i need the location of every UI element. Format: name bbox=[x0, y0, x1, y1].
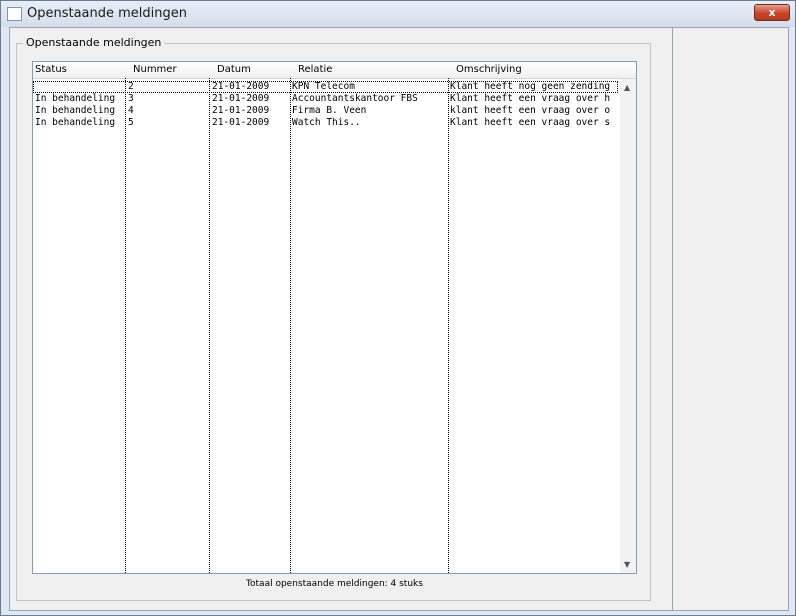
table-row[interactable]: In behandeling 4 21-01-2009 Firma B. Vee… bbox=[33, 105, 618, 117]
column-header-datum[interactable]: Datum bbox=[217, 64, 251, 75]
column-separator bbox=[209, 78, 210, 573]
column-separator bbox=[290, 78, 291, 573]
relatie-cell: Firma B. Veen bbox=[292, 105, 367, 116]
meldingen-groupbox: Openstaande meldingen Status Nummer Datu… bbox=[16, 36, 651, 601]
omschrijving-cell: Klant heeft een vraag over h bbox=[450, 93, 611, 104]
window-title: Openstaande meldingen bbox=[27, 6, 188, 21]
meldingen-grid[interactable]: Status Nummer Datum Relatie Omschrijving… bbox=[32, 61, 637, 574]
table-row[interactable]: 2 21-01-2009 KPN Telecom Klant heeft nog… bbox=[33, 81, 618, 93]
total-status-text: Totaal openstaande meldingen: 4 stuks bbox=[246, 579, 423, 589]
nummer-cell: 4 bbox=[128, 105, 134, 116]
nummer-cell: 3 bbox=[128, 93, 134, 104]
column-header-nummer[interactable]: Nummer bbox=[133, 64, 177, 75]
table-row[interactable]: In behandeling 3 21-01-2009 Accountantsk… bbox=[33, 93, 618, 105]
scroll-up-arrow-icon[interactable]: ▲ bbox=[624, 83, 630, 92]
column-header-status[interactable]: Status bbox=[35, 64, 67, 75]
omschrijving-cell: klant heeft een vraag over o bbox=[450, 105, 611, 116]
client-area: Openstaande meldingen Status Nummer Datu… bbox=[9, 27, 789, 611]
nummer-cell: 5 bbox=[128, 117, 134, 128]
column-header-omschrijving[interactable]: Omschrijving bbox=[456, 64, 522, 75]
datum-cell: 21-01-2009 bbox=[212, 105, 270, 116]
window-icon bbox=[7, 7, 22, 21]
groupbox-label: Openstaande meldingen bbox=[23, 36, 165, 49]
grid-header: Status Nummer Datum Relatie Omschrijving bbox=[33, 62, 636, 79]
omschrijving-cell: Klant heeft nog geen zending bbox=[450, 81, 611, 92]
nummer-cell: 2 bbox=[128, 81, 134, 92]
column-separator bbox=[125, 78, 126, 573]
omschrijving-cell: Klant heeft een vraag over s bbox=[450, 117, 611, 128]
vertical-scrollbar[interactable]: ▲ ▼ bbox=[620, 79, 636, 573]
window: Openstaande meldingen x Openstaande meld… bbox=[0, 0, 796, 616]
panel-divider bbox=[672, 28, 673, 610]
grid-rows: 2 21-01-2009 KPN Telecom Klant heeft nog… bbox=[33, 81, 618, 129]
status-cell: In behandeling bbox=[35, 117, 116, 128]
datum-cell: 21-01-2009 bbox=[212, 117, 270, 128]
datum-cell: 21-01-2009 bbox=[212, 81, 270, 92]
relatie-cell: KPN Telecom bbox=[292, 81, 355, 92]
relatie-cell: Watch This.. bbox=[292, 117, 361, 128]
status-cell: In behandeling bbox=[35, 105, 116, 116]
column-header-relatie[interactable]: Relatie bbox=[298, 64, 332, 75]
status-cell: In behandeling bbox=[35, 93, 116, 104]
relatie-cell: Accountantskantoor FBS bbox=[292, 93, 418, 104]
table-row[interactable]: In behandeling 5 21-01-2009 Watch This..… bbox=[33, 117, 618, 129]
scroll-down-arrow-icon[interactable]: ▼ bbox=[624, 560, 630, 569]
column-separator bbox=[448, 78, 449, 573]
title-bar: Openstaande meldingen x bbox=[1, 1, 795, 27]
close-button[interactable]: x bbox=[754, 4, 790, 21]
datum-cell: 21-01-2009 bbox=[212, 93, 270, 104]
